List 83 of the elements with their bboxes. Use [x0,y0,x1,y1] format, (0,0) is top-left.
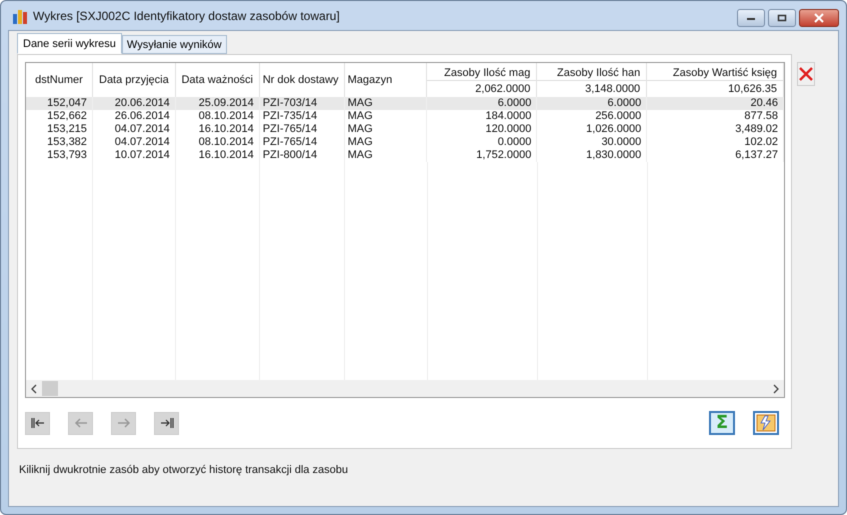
table-cell: 16.10.2014 [176,149,260,162]
table-cell: PZI-765/14 [260,136,345,149]
table-row[interactable]: 152,662 26.06.2014 08.10.2014 PZI-735/14 MAG 184.0000 256.0000 877.58 [26,110,784,123]
table-cell: 08.10.2014 [176,110,260,123]
table-cell: 16.10.2014 [176,123,260,136]
table-cell: MAG [344,110,428,123]
status-text: Kiliknij dwukrotnie zasób aby otworzyć historę transakcji dla zasobu [18,463,349,476]
minimize-icon [746,15,756,21]
lightning-icon [756,414,776,432]
table-cell: 04.07.2014 [92,123,176,136]
table-row[interactable]: 152,047 20.06.2014 25.09.2014 PZI-703/14 MAG 6.0000 6.0000 20.46 [26,97,784,110]
table-cell: 20.06.2014 [92,97,176,110]
bar-chart-icon [12,8,28,24]
last-record-button[interactable] [154,412,179,434]
minimize-button[interactable] [737,9,765,27]
table-cell: 153,215 [26,123,93,136]
table-cell: 3,489.02 [647,123,784,136]
table-cell: 256.0000 [537,110,648,123]
left-arrow-icon [72,417,88,429]
table-cell: 0.0000 [427,136,538,149]
table-cell: 08.10.2014 [176,136,260,149]
first-record-button[interactable] [25,412,50,434]
first-record-icon [30,417,46,429]
column-header[interactable]: Zasoby Wartiść księg [647,64,783,80]
previous-button[interactable] [68,412,93,434]
horizontal-scrollbar[interactable] [26,380,784,397]
table-cell: 120.0000 [427,123,538,136]
table-cell: 26.06.2014 [92,110,176,123]
table-cell: 153,793 [26,149,93,162]
table-cell: 877.58 [647,110,784,123]
column-header[interactable]: Nr dok dostawy [260,74,344,86]
column-header[interactable]: Zasoby Ilość mag [427,64,536,80]
last-record-icon [158,417,174,429]
table-row[interactable]: 153,215 04.07.2014 16.10.2014 PZI-765/14 MAG 120.0000 1,026.0000 3,489.02 [26,123,784,136]
table-cell: 20.46 [647,97,784,110]
table-cell: 6.0000 [427,97,538,110]
column-total: 2,062.0000 [474,82,532,96]
table-cell: MAG [344,123,428,136]
table-cell: 10.07.2014 [92,149,176,162]
column-header[interactable]: dstNumer [26,74,92,86]
tab[interactable]: Wysyłanie wyników [122,35,227,54]
tab[interactable]: Dane serii wykresu [17,33,122,54]
scroll-right-icon[interactable] [772,384,780,394]
table-cell: 102.02 [647,136,784,149]
maximize-button[interactable] [768,9,796,27]
column-header[interactable]: Magazyn [344,74,426,86]
table-cell: 30.0000 [537,136,648,149]
table-cell: PZI-800/14 [260,149,345,162]
scroll-thumb[interactable] [42,381,58,396]
table-row[interactable]: 153,382 04.07.2014 08.10.2014 PZI-765/14 MAG 0.0000 30.0000 102.02 [26,136,784,149]
table-cell: PZI-703/14 [260,97,345,110]
table-cell: 6.0000 [537,97,648,110]
column-total: 10,626.35 [727,82,778,96]
table-cell: 184.0000 [427,110,538,123]
table-cell: 153,382 [26,136,93,149]
next-button[interactable] [111,412,136,434]
table-cell: PZI-765/14 [260,123,345,136]
right-arrow-icon [116,417,132,429]
table-cell: MAG [344,149,428,162]
delete-button[interactable] [797,62,815,86]
table-cell: 152,662 [26,110,93,123]
close-button[interactable] [799,9,839,27]
table-cell: 1,830.0000 [537,149,648,162]
table-cell: 152,047 [26,97,93,110]
scroll-left-icon[interactable] [30,384,38,394]
table-cell: 25.09.2014 [176,97,260,110]
table-cell: 1,752.0000 [427,149,538,162]
table-row[interactable]: 153,793 10.07.2014 16.10.2014 PZI-800/14 MAG 1,752.0000 1,830.0000 6,137.27 [26,149,784,162]
maximize-icon [777,14,787,22]
column-total: 3,148.0000 [584,82,642,96]
table-cell: MAG [344,136,428,149]
column-header[interactable]: Zasoby Ilość han [537,64,646,80]
cross-icon [798,66,814,82]
table-cell: PZI-735/14 [260,110,345,123]
refresh-button[interactable] [753,411,779,435]
table-cell: 1,026.0000 [537,123,648,136]
close-icon [813,13,825,23]
window-title: Wykres [SXJ002C Identyfikatory dostaw zasobów towaru] [33,8,340,22]
column-header[interactable]: Data przyjęcia [92,74,175,86]
column-header[interactable]: Data ważności [176,74,259,86]
table-cell: MAG [344,97,428,110]
table-cell: 6,137.27 [647,149,784,162]
table-cell: 04.07.2014 [92,136,176,149]
